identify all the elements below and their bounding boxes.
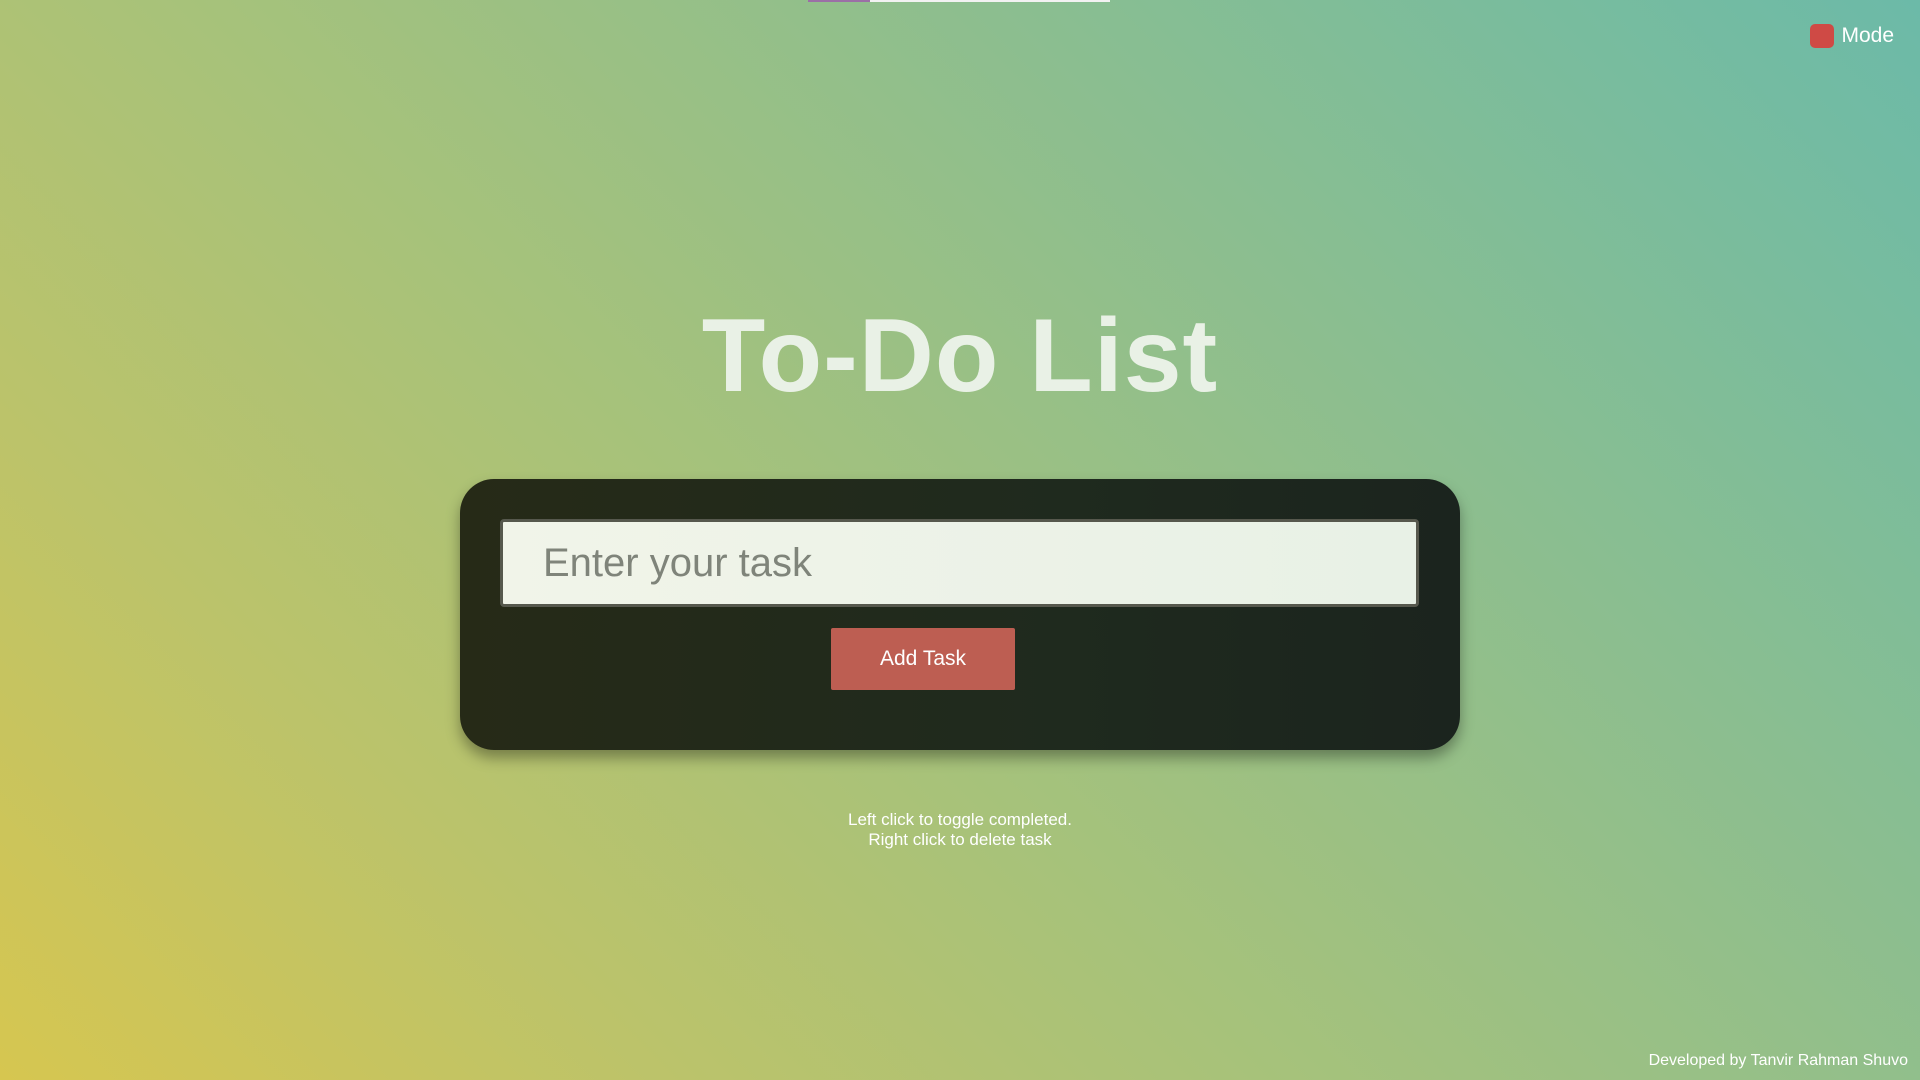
task-input[interactable] — [500, 519, 1419, 607]
add-task-button[interactable]: Add Task — [831, 628, 1015, 690]
hint-line-toggle: Left click to toggle completed. — [848, 810, 1072, 829]
mode-toggle-button[interactable]: Mode — [1810, 24, 1894, 48]
mode-toggle-label: Mode — [1841, 24, 1894, 47]
top-progress-indicator — [808, 0, 1110, 2]
usage-hint: Left click to toggle completed. Right cl… — [0, 810, 1920, 850]
square-swatch-icon — [1810, 24, 1835, 48]
hint-line-delete: Right click to delete task — [868, 830, 1052, 849]
top-indicator-segment-accent — [808, 0, 870, 2]
task-form-card: Add Task — [460, 479, 1460, 750]
footer-credit: Developed by Tanvir Rahman Shuvo — [1648, 1052, 1908, 1069]
page-title: To-Do List — [701, 298, 1219, 414]
top-indicator-segment-light — [870, 0, 1110, 2]
